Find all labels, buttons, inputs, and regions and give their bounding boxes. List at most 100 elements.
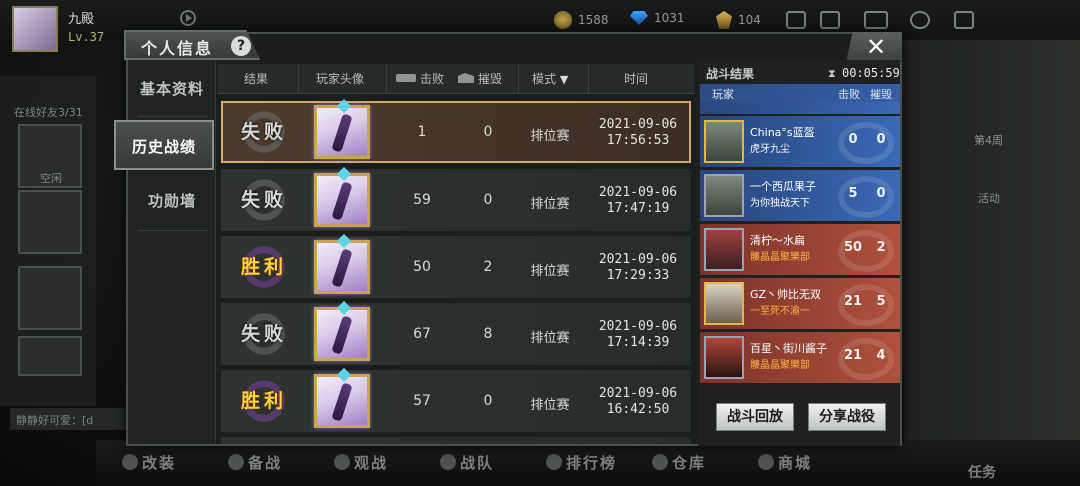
battle-result-title: 战斗结果 <box>706 67 755 81</box>
battle-timer: 00:05:59 <box>842 66 900 80</box>
kills-value: 67 <box>413 326 431 342</box>
battle-player-row[interactable]: 一个西瓜果子 为你独战天下 5 0 <box>700 170 900 223</box>
col-player: 玩家 <box>712 88 734 101</box>
col-avatar: 玩家头像 <box>316 72 365 86</box>
gear-icon[interactable] <box>910 11 930 29</box>
player-portrait[interactable] <box>314 240 370 294</box>
player-avatar[interactable] <box>12 6 58 52</box>
nav-spectate[interactable]: 观战 <box>334 452 388 473</box>
help-icon[interactable]: ? <box>231 36 251 56</box>
tab-basic-info[interactable]: 基本资料 <box>128 64 216 114</box>
mode-value: 排位赛 <box>530 264 570 279</box>
destroy-value: 2 <box>483 259 493 275</box>
chat-preview[interactable]: 静静好可爱：[d <box>10 408 128 430</box>
destroy-value: 0 <box>483 393 493 409</box>
header-divider <box>386 64 387 94</box>
medal-counter[interactable]: 104 <box>716 11 761 29</box>
destroy-value: 8 <box>483 326 493 342</box>
sort-down-icon[interactable]: ▼ <box>560 73 568 86</box>
tab-battle-history[interactable]: 历史战绩 <box>114 120 214 170</box>
mode-value: 排位赛 <box>530 129 570 144</box>
time-value: 17:47:19 <box>606 201 670 216</box>
result-badge: 胜利 <box>226 376 302 426</box>
mode-value: 排位赛 <box>530 331 570 346</box>
nav-team[interactable]: 战队 <box>440 452 494 473</box>
battle-player-row[interactable]: China°s蓝盔 虎牙九尘 0 0 <box>700 116 900 169</box>
tab-merit-wall[interactable]: 功勋墙 <box>128 176 216 226</box>
replay-button[interactable]: 战斗回放 <box>716 403 794 431</box>
nav-modify[interactable]: 改装 <box>122 452 176 473</box>
friends-icon[interactable] <box>820 11 840 29</box>
nav-shop[interactable]: 商城 <box>758 452 812 473</box>
player-portrait[interactable] <box>314 105 370 159</box>
time-value: 16:42:50 <box>606 402 670 417</box>
result-badge: 胜利 <box>226 242 302 292</box>
nav-divider <box>138 116 208 117</box>
close-icon[interactable]: ✕ <box>866 34 886 60</box>
diamond-counter[interactable]: 1031 <box>630 11 685 25</box>
nav-prepare[interactable]: 备战 <box>228 452 282 473</box>
battle-player-avatar[interactable] <box>704 174 744 217</box>
battle-player-row[interactable]: GZ丶帅比无双 一至死不渝一 21 5 <box>700 278 900 331</box>
friend-avatar[interactable] <box>18 190 82 254</box>
date-value: 2021-09-06 <box>598 319 678 334</box>
right-side-panel <box>904 40 1080 486</box>
friends-online-label: 在线好友3/31 <box>14 106 83 119</box>
kills-value: 1 <box>417 124 427 140</box>
player-portrait[interactable] <box>314 374 370 428</box>
task-button[interactable]: 任务 <box>968 462 996 482</box>
friend-avatar[interactable] <box>18 266 82 330</box>
time-value: 17:14:39 <box>606 335 670 350</box>
col-kills: 击败 <box>838 88 860 101</box>
battle-player-avatar[interactable] <box>704 228 744 271</box>
time-value: 17:29:33 <box>606 268 670 283</box>
col-kills: 击败 <box>396 70 444 87</box>
battle-player-row-partial <box>700 102 900 116</box>
nav-ranking[interactable]: 排行榜 <box>546 452 617 473</box>
play-icon[interactable] <box>180 10 196 26</box>
date-value: 2021-09-06 <box>598 117 678 132</box>
battle-player-avatar[interactable] <box>704 282 744 325</box>
col-destroy: 摧毁 <box>458 70 502 87</box>
destroy-value: 0 <box>483 124 493 140</box>
dialog-title: 个人信息 <box>141 39 214 58</box>
mode-value: 排位赛 <box>530 197 570 212</box>
share-battle-button[interactable]: 分享战役 <box>808 403 886 431</box>
col-mode[interactable]: 模式 ▼ <box>532 70 568 87</box>
col-result: 结果 <box>244 72 269 86</box>
date-value: 2021-09-06 <box>598 185 678 200</box>
battle-player-avatar[interactable] <box>704 336 744 379</box>
kills-value: 59 <box>413 192 431 208</box>
col-time: 时间 <box>624 72 649 86</box>
event-label[interactable]: 活动 <box>978 190 1000 206</box>
add-icon[interactable] <box>786 11 806 29</box>
expand-icon[interactable] <box>18 336 82 376</box>
coin-counter[interactable]: 1588 <box>554 11 609 29</box>
date-value: 2021-09-06 <box>598 386 678 401</box>
coin-icon <box>554 11 572 29</box>
history-row-partial <box>221 437 691 444</box>
result-badge: 失败 <box>226 107 302 157</box>
mode-value: 排位赛 <box>530 398 570 413</box>
battle-player-avatar[interactable] <box>704 120 744 163</box>
player-level: Lv.37 <box>68 30 105 44</box>
nav-warehouse[interactable]: 仓库 <box>652 452 706 473</box>
diamond-icon <box>630 11 648 25</box>
battle-player-row[interactable]: 百星丶街川酱子 髏晶晶聚樂部 21 4 <box>700 332 900 385</box>
book-icon[interactable] <box>954 11 974 29</box>
col-destroy: 摧毁 <box>870 88 892 101</box>
player-portrait[interactable] <box>314 307 370 361</box>
player-name: 九殿 <box>68 12 95 27</box>
week-label: 第4周 <box>974 134 1003 147</box>
history-table-header <box>218 64 694 94</box>
kills-value: 50 <box>413 259 431 275</box>
hourglass-icon: ⧗ <box>828 67 836 80</box>
battle-player-row[interactable]: 清柠～水扁 髏晶晶聚樂部 50 2 <box>700 224 900 277</box>
mail-icon[interactable] <box>864 11 888 29</box>
nav-divider <box>138 230 208 231</box>
result-badge: 失败 <box>226 175 302 225</box>
player-portrait[interactable] <box>314 173 370 227</box>
dialog-side-nav <box>128 60 216 444</box>
tank-icon <box>396 74 416 82</box>
header-divider <box>518 64 519 94</box>
